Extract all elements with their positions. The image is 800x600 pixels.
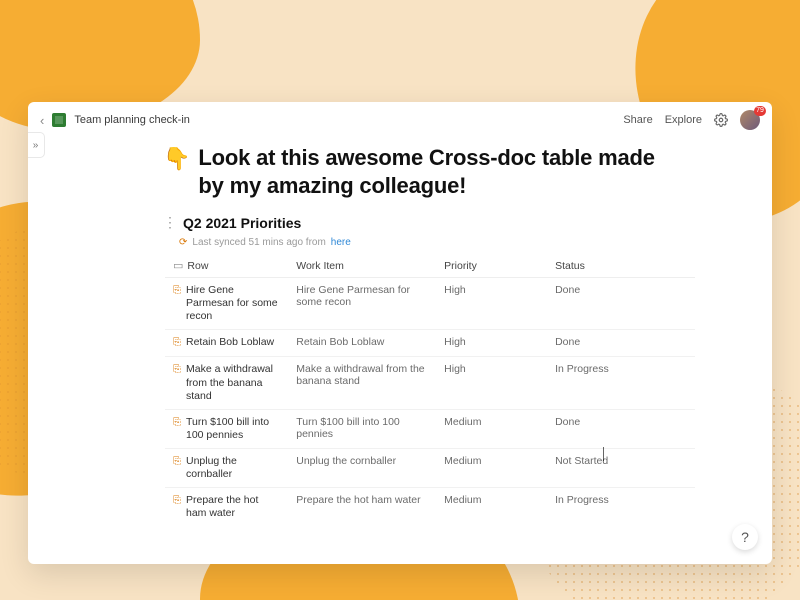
row-column-icon: ▭ xyxy=(173,260,183,272)
cell-status[interactable]: Not Started xyxy=(547,449,695,488)
notification-badge: 79 xyxy=(754,106,766,116)
sync-text: Last synced 51 mins ago from xyxy=(192,237,325,248)
row-doc-icon: ⎘ xyxy=(173,416,181,430)
cell-priority[interactable]: High xyxy=(436,330,547,357)
cell-work[interactable]: Retain Bob Loblaw xyxy=(288,330,436,357)
row-link[interactable]: Hire Gene Parmesan for some recon xyxy=(186,284,280,323)
cell-priority[interactable]: Medium xyxy=(436,409,547,448)
sync-source-link[interactable]: here xyxy=(331,237,351,248)
help-button[interactable]: ? xyxy=(732,524,758,550)
row-doc-icon: ⎘ xyxy=(173,455,181,469)
sync-icon: ⟳ xyxy=(179,237,187,248)
doc-title[interactable]: Team planning check-in xyxy=(74,114,190,126)
table-row[interactable]: ⎘Retain Bob LoblawRetain Bob LoblawHighD… xyxy=(165,330,695,357)
sync-status: ⟳ Last synced 51 mins ago from here xyxy=(179,237,732,248)
avatar[interactable]: 79 xyxy=(740,110,760,130)
cell-priority[interactable]: High xyxy=(436,278,547,330)
doc-icon xyxy=(52,113,66,127)
explore-button[interactable]: Explore xyxy=(665,114,702,126)
row-link[interactable]: Turn $100 bill into 100 pennies xyxy=(186,416,280,442)
page-title[interactable]: Look at this awesome Cross-doc table mad… xyxy=(198,144,668,200)
col-status[interactable]: Status xyxy=(555,260,585,272)
table-row[interactable]: ⎘ Turn $100 bill into 100 pennies Turn $10… xyxy=(165,409,695,448)
priorities-table: ▭ Row Work Item Priority Status ⎘ Hire Gen… xyxy=(165,254,695,527)
gear-icon[interactable] xyxy=(714,113,728,127)
cell-work[interactable]: Prepare the hot ham water xyxy=(288,488,436,527)
cell-status[interactable]: In Progress xyxy=(547,357,695,409)
row-link[interactable]: Make a withdrawal from the banana stand xyxy=(186,363,280,402)
app-window: ‹ Team planning check-in Share Explore 7… xyxy=(28,102,772,564)
table-title[interactable]: Q2 2021 Priorities xyxy=(183,215,301,231)
cell-status[interactable]: In Progress xyxy=(547,488,695,527)
col-priority[interactable]: Priority xyxy=(444,260,477,272)
cell-status[interactable]: Done xyxy=(547,330,695,357)
text-cursor xyxy=(603,447,604,461)
cell-work[interactable]: Hire Gene Parmesan for some recon xyxy=(288,278,436,330)
row-doc-icon: ⎘ xyxy=(173,336,181,350)
page-emoji: 👇 xyxy=(163,144,190,200)
table-options-icon[interactable]: ⋮ xyxy=(163,214,177,231)
cell-priority[interactable]: Medium xyxy=(436,449,547,488)
row-link[interactable]: Prepare the hot ham water xyxy=(186,494,280,520)
row-doc-icon: ⎘ xyxy=(173,363,181,377)
cell-work[interactable]: Turn $100 bill into 100 pennies xyxy=(288,409,436,448)
table-row[interactable]: ⎘ Hire Gene Parmesan for some reconHire G… xyxy=(165,278,695,330)
row-doc-icon: ⎘ xyxy=(173,494,181,508)
cell-priority[interactable]: Medium xyxy=(436,488,547,527)
cell-work[interactable]: Unplug the cornballer xyxy=(288,449,436,488)
row-doc-icon: ⎘ xyxy=(173,284,181,298)
titlebar: ‹ Team planning check-in Share Explore 7… xyxy=(28,102,772,138)
back-button[interactable]: ‹ xyxy=(40,113,44,128)
cell-status[interactable]: Done xyxy=(547,278,695,330)
table-row[interactable]: ⎘ Make a withdrawal from the banana stand… xyxy=(165,357,695,409)
row-link[interactable]: Retain Bob Loblaw xyxy=(186,336,274,349)
table-row[interactable]: ⎘ Unplug the cornballer Unplug the cornbal… xyxy=(165,449,695,488)
cell-work[interactable]: Make a withdrawal from the banana stand xyxy=(288,357,436,409)
row-link[interactable]: Unplug the cornballer xyxy=(186,455,280,481)
col-row[interactable]: Row xyxy=(187,260,208,272)
cell-status[interactable]: Done xyxy=(547,409,695,448)
cell-priority[interactable]: High xyxy=(436,357,547,409)
col-work[interactable]: Work Item xyxy=(296,260,344,272)
table-row[interactable]: ⎘ Prepare the hot ham water Prepare the ho… xyxy=(165,488,695,527)
expand-sidebar-button[interactable]: » xyxy=(28,132,45,158)
share-button[interactable]: Share xyxy=(623,114,652,126)
doc-content: 👇 Look at this awesome Cross-doc table m… xyxy=(28,138,772,564)
